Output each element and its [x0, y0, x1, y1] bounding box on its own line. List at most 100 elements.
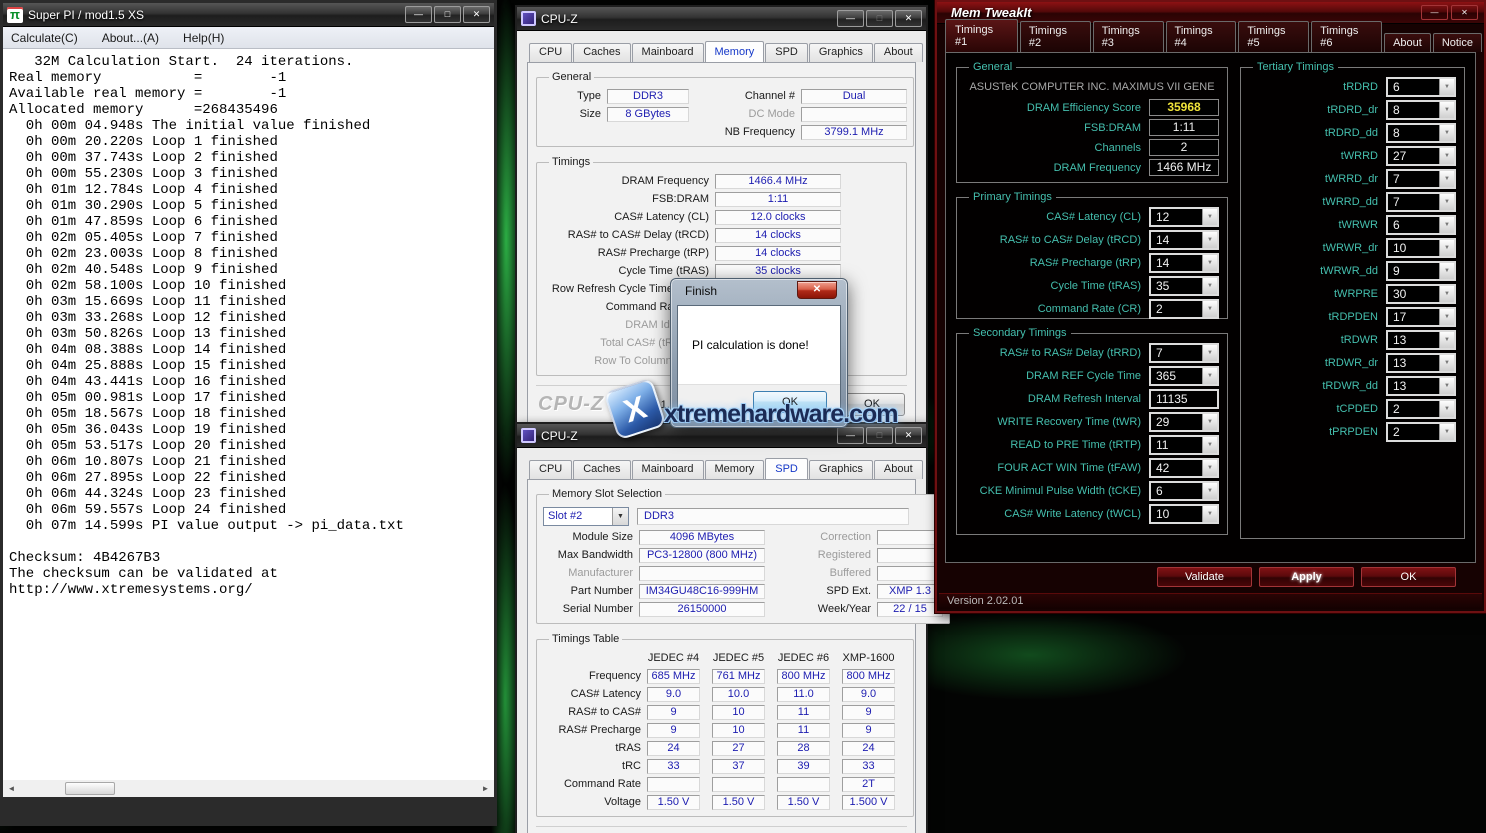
tab[interactable]: Timings #4 [1166, 21, 1237, 52]
dropdown-arrow-icon[interactable]: ▼ [1439, 309, 1454, 325]
timing-dropdown[interactable]: 7 ▼ [1149, 343, 1219, 363]
dropdown-arrow-icon[interactable]: ▼ [1202, 483, 1217, 499]
minimize-icon[interactable]: — [837, 10, 864, 27]
tab[interactable]: CPU [529, 460, 572, 479]
tab[interactable]: Memory [705, 460, 765, 479]
timing-dropdown[interactable]: 7 ▼ [1386, 169, 1456, 189]
timing-dropdown[interactable]: 11135 ▼ [1149, 389, 1219, 409]
timing-dropdown[interactable]: 12 ▼ [1149, 207, 1219, 227]
timing-dropdown[interactable]: 11 ▼ [1149, 435, 1219, 455]
scroll-right-icon[interactable]: ► [477, 780, 494, 797]
timing-dropdown[interactable]: 9 ▼ [1386, 261, 1456, 281]
dropdown-arrow-icon[interactable]: ▼ [1439, 194, 1454, 210]
dropdown-arrow-icon[interactable]: ▼ [1202, 437, 1217, 453]
validate-button[interactable]: Validate [1157, 567, 1252, 587]
dropdown-arrow-icon[interactable]: ▼ [1439, 171, 1454, 187]
tab[interactable]: Notice [1433, 33, 1482, 52]
dropdown-arrow-icon[interactable]: ▼ [1202, 414, 1217, 430]
ok-button[interactable]: OK [1361, 567, 1456, 587]
menu-item[interactable]: Calculate(C) [11, 29, 88, 47]
close-icon[interactable]: ✕ [895, 10, 922, 27]
dropdown-arrow-icon[interactable]: ▼ [1202, 368, 1217, 384]
tab[interactable]: About [874, 43, 923, 62]
dropdown-arrow-icon[interactable]: ▼ [1439, 286, 1454, 302]
timing-dropdown[interactable]: 17 ▼ [1386, 307, 1456, 327]
timing-dropdown[interactable]: 6 ▼ [1386, 215, 1456, 235]
timing-dropdown[interactable]: 42 ▼ [1149, 458, 1219, 478]
timing-dropdown[interactable]: 7 ▼ [1386, 192, 1456, 212]
timing-dropdown[interactable]: 365 ▼ [1149, 366, 1219, 386]
tab[interactable]: Graphics [809, 43, 873, 62]
tab[interactable]: Mainboard [632, 460, 704, 479]
dropdown-arrow-icon[interactable]: ▼ [1202, 278, 1217, 294]
ok-button[interactable]: OK [839, 393, 905, 416]
tab[interactable]: Timings #6 [1311, 21, 1382, 52]
timing-dropdown[interactable]: 2 ▼ [1149, 299, 1219, 319]
timing-dropdown[interactable]: 29 ▼ [1149, 412, 1219, 432]
ok-button[interactable]: OK [753, 391, 827, 413]
dropdown-arrow-icon[interactable]: ▼ [1202, 506, 1217, 522]
timing-dropdown[interactable]: 6 ▼ [1149, 481, 1219, 501]
timing-dropdown[interactable]: 13 ▼ [1386, 376, 1456, 396]
dropdown-arrow-icon[interactable]: ▼ [1439, 102, 1454, 118]
dropdown-arrow-icon[interactable]: ▼ [1439, 148, 1454, 164]
timing-dropdown[interactable]: 10 ▼ [1149, 504, 1219, 524]
dropdown-arrow-icon[interactable]: ▼ [1202, 345, 1217, 361]
dropdown-arrow-icon[interactable]: ▼ [1439, 424, 1454, 440]
tab[interactable]: Mainboard [632, 43, 704, 62]
timing-dropdown[interactable]: 2 ▼ [1386, 422, 1456, 442]
close-icon[interactable]: ✕ [895, 427, 922, 444]
dropdown-arrow-icon[interactable]: ▼ [1202, 209, 1217, 225]
close-icon[interactable]: ✕ [463, 6, 490, 23]
timing-dropdown[interactable]: 14 ▼ [1149, 253, 1219, 273]
timing-dropdown[interactable]: 13 ▼ [1386, 353, 1456, 373]
dropdown-arrow-icon[interactable]: ▼ [1439, 125, 1454, 141]
timing-dropdown[interactable]: 30 ▼ [1386, 284, 1456, 304]
timing-dropdown[interactable]: 8 ▼ [1386, 123, 1456, 143]
timing-dropdown[interactable]: 13 ▼ [1386, 330, 1456, 350]
tab[interactable]: CPU [529, 43, 572, 62]
menu-item[interactable]: About...(A) [102, 29, 169, 47]
tab[interactable]: Caches [573, 460, 630, 479]
minimize-icon[interactable]: — [405, 6, 432, 23]
dropdown-arrow-icon[interactable]: ▼ [1439, 79, 1454, 95]
scrollbar-thumb[interactable] [65, 782, 115, 795]
scroll-left-icon[interactable]: ◄ [3, 780, 20, 797]
dropdown-arrow-icon[interactable]: ▼ [1439, 355, 1454, 371]
timing-dropdown[interactable]: 2 ▼ [1386, 399, 1456, 419]
dropdown-arrow-icon[interactable]: ▼ [1439, 378, 1454, 394]
dropdown-arrow-icon[interactable]: ▼ [1202, 460, 1217, 476]
tab[interactable]: Caches [573, 43, 630, 62]
timing-dropdown[interactable]: 35 ▼ [1149, 276, 1219, 296]
dropdown-arrow-icon[interactable]: ▼ [1439, 240, 1454, 256]
dropdown-arrow-icon[interactable]: ▼ [1202, 232, 1217, 248]
tab[interactable]: SPD [765, 43, 808, 62]
dropdown-arrow-icon[interactable]: ▼ [1202, 255, 1217, 271]
tab[interactable]: About [874, 460, 923, 479]
timing-dropdown[interactable]: 27 ▼ [1386, 146, 1456, 166]
tab[interactable]: SPD [765, 458, 808, 479]
dropdown-arrow-icon[interactable]: ▼ [1439, 217, 1454, 233]
tab[interactable]: Memory [705, 41, 765, 62]
dropdown-arrow-icon[interactable]: ▼ [1439, 332, 1454, 348]
horizontal-scrollbar[interactable]: ◄ ► [3, 780, 494, 797]
dropdown-arrow-icon[interactable]: ▼ [1439, 401, 1454, 417]
tab[interactable]: Timings #2 [1020, 21, 1091, 52]
chevron-down-icon[interactable]: ▼ [612, 508, 628, 525]
tab[interactable]: Timings #5 [1238, 21, 1309, 52]
tab[interactable]: Timings #3 [1093, 21, 1164, 52]
timing-dropdown[interactable]: 14 ▼ [1149, 230, 1219, 250]
close-icon[interactable]: ✕ [797, 281, 837, 299]
menu-item[interactable]: Help(H) [183, 29, 234, 47]
maximize-icon[interactable]: □ [434, 6, 461, 23]
apply-button[interactable]: Apply [1259, 567, 1354, 587]
dropdown-arrow-icon[interactable]: ▼ [1439, 263, 1454, 279]
close-icon[interactable]: ✕ [1451, 5, 1478, 20]
timing-dropdown[interactable]: 10 ▼ [1386, 238, 1456, 258]
tab[interactable]: About [1384, 33, 1431, 52]
slot-select[interactable]: Slot #2 ▼ [543, 507, 629, 526]
timing-dropdown[interactable]: 6 ▼ [1386, 77, 1456, 97]
tab[interactable]: Graphics [809, 460, 873, 479]
tab[interactable]: Timings #1 [945, 19, 1018, 52]
minimize-icon[interactable]: — [837, 427, 864, 444]
